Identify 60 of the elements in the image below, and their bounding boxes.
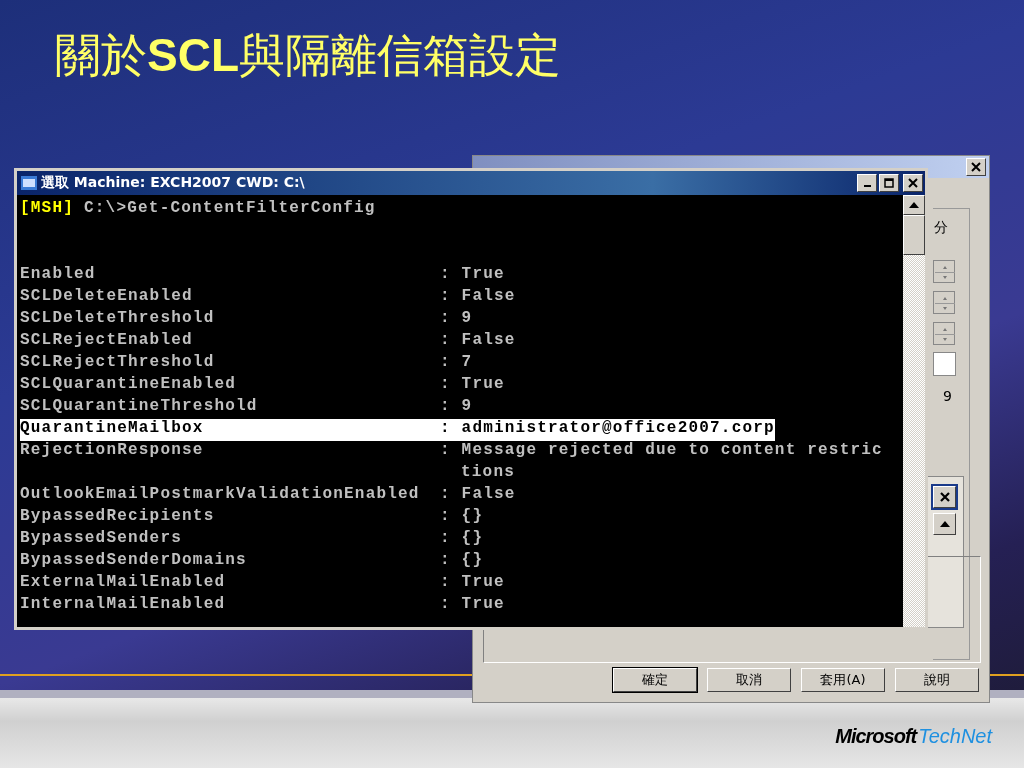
property-name: Enabled <box>20 265 97 285</box>
app-icon <box>21 176 37 190</box>
property-value: : True <box>440 375 505 395</box>
property-name: RejectionResponse <box>20 441 205 461</box>
property-name: OutlookEmailPostmarkValidationEnabled <box>20 485 421 505</box>
dialog-button[interactable]: 說明 <box>895 668 979 692</box>
property-name: SCLDeleteEnabled <box>20 287 194 307</box>
scroll-thumb[interactable] <box>903 215 925 255</box>
property-value: : True <box>440 265 505 285</box>
property-name: BypassedRecipients <box>20 507 216 527</box>
maximize-icon <box>884 178 894 188</box>
minimize-icon <box>863 185 871 187</box>
scroll-up-button[interactable] <box>933 513 956 535</box>
property-name: SCLQuarantineEnabled <box>20 375 238 395</box>
property-name: BypassedSenders <box>20 529 184 549</box>
console-prompt: [MSH] <box>20 199 74 219</box>
dialog-button[interactable]: 套用(A) <box>801 668 885 692</box>
close-button[interactable] <box>903 174 923 192</box>
property-value: tions <box>460 463 515 483</box>
property-value: : 9 <box>440 309 473 329</box>
dialog-button[interactable]: 取消 <box>707 668 791 692</box>
property-name: SCLQuarantineThreshold <box>20 397 259 417</box>
up-arrow-icon <box>939 521 950 527</box>
property-value: : True <box>440 595 505 615</box>
property-value: : {} <box>440 529 484 549</box>
close-icon <box>908 178 918 188</box>
maximize-button[interactable] <box>879 174 899 192</box>
property-value: : False <box>440 485 516 505</box>
property-value: : 9 <box>440 397 473 417</box>
scrollbar[interactable] <box>903 195 925 627</box>
close-button[interactable] <box>966 158 986 176</box>
property-value: : {} <box>440 507 484 527</box>
property-name: SCLRejectThreshold <box>20 353 216 373</box>
remove-button[interactable] <box>933 486 956 508</box>
property-name: QuarantineMailbox <box>20 419 205 439</box>
property-value: : True <box>440 573 505 593</box>
brand-logo: Microsoft <box>835 724 917 748</box>
property-name: InternalMailEnabled <box>20 595 227 615</box>
up-arrow-icon <box>909 202 919 208</box>
slide-title: 關於SCL與隔離信箱設定 <box>55 28 561 84</box>
property-value: : 7 <box>440 353 473 373</box>
dialog-button[interactable]: 確定 <box>613 668 697 692</box>
property-name: SCLDeleteThreshold <box>20 309 216 329</box>
field-label: 9 <box>943 388 952 404</box>
property-name: SCLRejectEnabled <box>20 331 194 351</box>
close-icon <box>938 491 951 503</box>
property-value: : Message rejected due to content restric <box>440 441 883 461</box>
window-title: 選取 Machine: EXCH2007 CWD: C:\ <box>41 174 306 192</box>
property-value: : False <box>440 287 516 307</box>
input-field[interactable] <box>933 352 956 376</box>
property-name: BypassedSenderDomains <box>20 551 248 571</box>
field-label: 分 <box>934 219 948 237</box>
property-value: : administrator@office2007.corp <box>440 419 775 439</box>
product-logo: TechNet <box>918 724 992 748</box>
property-name: ExternalMailEnabled <box>20 573 227 593</box>
property-value: : False <box>440 331 516 351</box>
minimize-button[interactable] <box>857 174 877 192</box>
close-icon <box>971 162 981 172</box>
console-command: C:\>Get-ContentFilterConfig <box>84 199 376 219</box>
property-value: : {} <box>440 551 484 571</box>
